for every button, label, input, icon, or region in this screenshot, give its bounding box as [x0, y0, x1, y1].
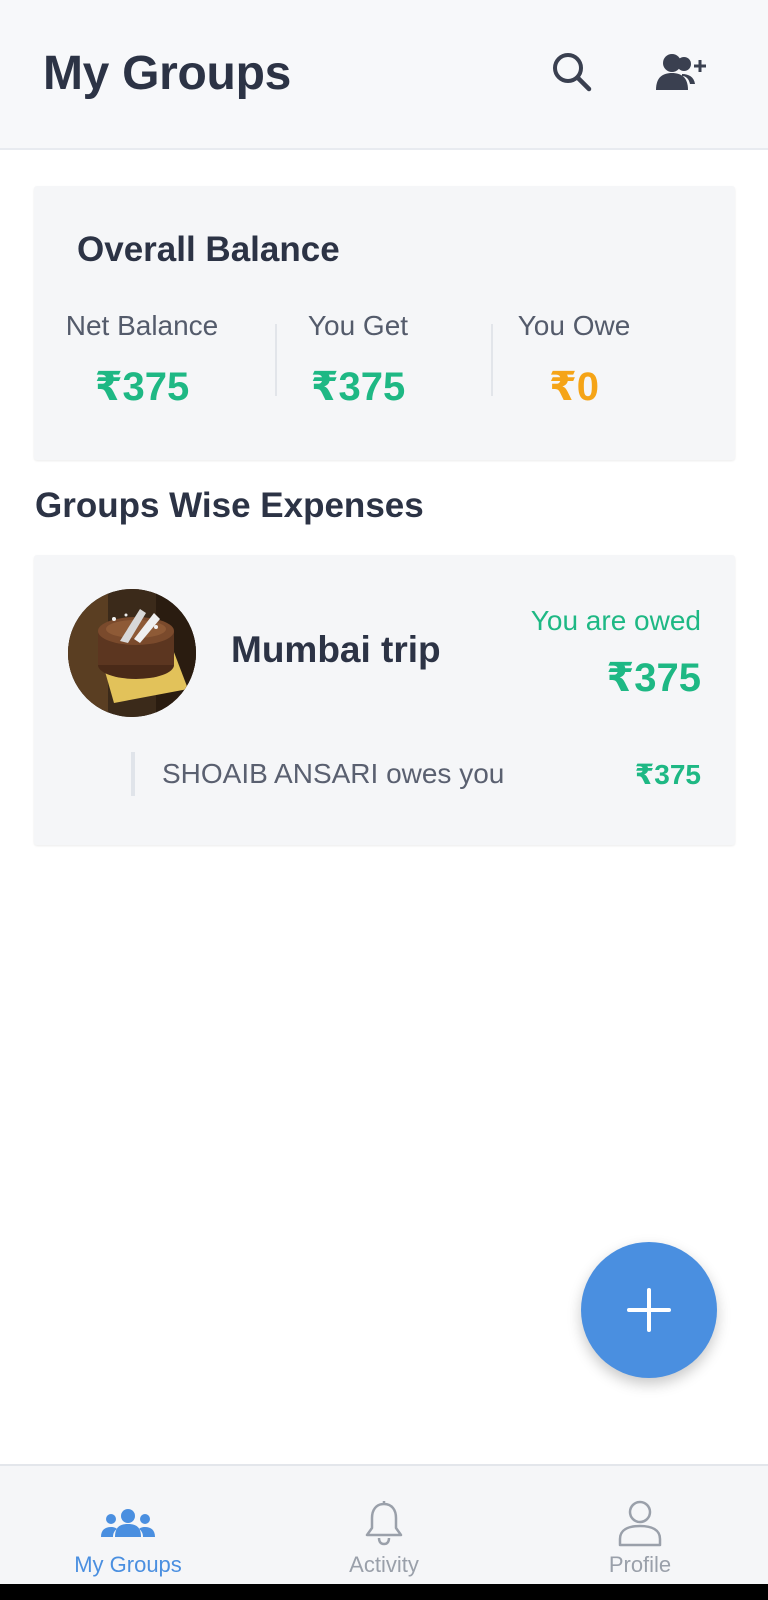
you-get-column: You Get ₹375	[250, 310, 466, 410]
net-balance-label: Net Balance	[65, 310, 219, 341]
group-avatar	[68, 589, 196, 717]
user-icon	[618, 1500, 662, 1547]
nav-label-profile: Profile	[608, 1552, 672, 1577]
app-header: My Groups	[0, 0, 768, 150]
plus-icon	[627, 1288, 671, 1332]
you-owe-column: You Owe ₹0	[466, 310, 682, 410]
nav-item-activity[interactable]: Activity	[256, 1466, 512, 1586]
bell-icon	[365, 1501, 403, 1546]
bottom-nav: My Groups Activity Profile	[0, 1464, 768, 1584]
net-balance-column: Net Balance ₹375	[34, 310, 250, 410]
owe-detail-amount: ₹375	[634, 759, 701, 790]
cake-photo-icon	[68, 589, 196, 717]
nav-label-my-groups: My Groups	[74, 1552, 182, 1577]
search-button[interactable]	[544, 44, 600, 100]
add-user-button[interactable]	[653, 44, 709, 100]
group-status: You are owed	[530, 605, 701, 636]
system-bar	[0, 1584, 768, 1600]
nav-item-profile[interactable]: Profile	[512, 1466, 768, 1586]
you-owe-label: You Owe	[517, 310, 631, 341]
overall-balance-card: Overall Balance Net Balance ₹375 You Get…	[34, 186, 735, 460]
you-get-value: ₹375	[310, 365, 406, 409]
nav-label-activity: Activity	[349, 1552, 419, 1577]
group-card[interactable]: Mumbai trip You are owed ₹375 SHOAIB ANS…	[34, 555, 735, 845]
overall-balance-title: Overall Balance	[77, 230, 340, 269]
nav-item-my-groups[interactable]: My Groups	[0, 1466, 256, 1586]
page-title: My Groups	[43, 47, 291, 100]
group-amount: ₹375	[606, 656, 701, 700]
you-owe-value: ₹0	[548, 365, 600, 409]
group-name: Mumbai trip	[231, 629, 441, 670]
section-title: Groups Wise Expenses	[35, 486, 424, 525]
add-user-icon	[656, 54, 706, 90]
search-icon	[553, 53, 592, 92]
detail-divider	[131, 752, 135, 796]
groups-icon	[101, 1509, 155, 1537]
net-balance-value: ₹375	[94, 365, 190, 409]
you-get-label: You Get	[307, 310, 409, 341]
owe-detail-text: SHOAIB ANSARI owes you	[162, 758, 505, 789]
add-expense-fab[interactable]	[581, 1242, 717, 1378]
